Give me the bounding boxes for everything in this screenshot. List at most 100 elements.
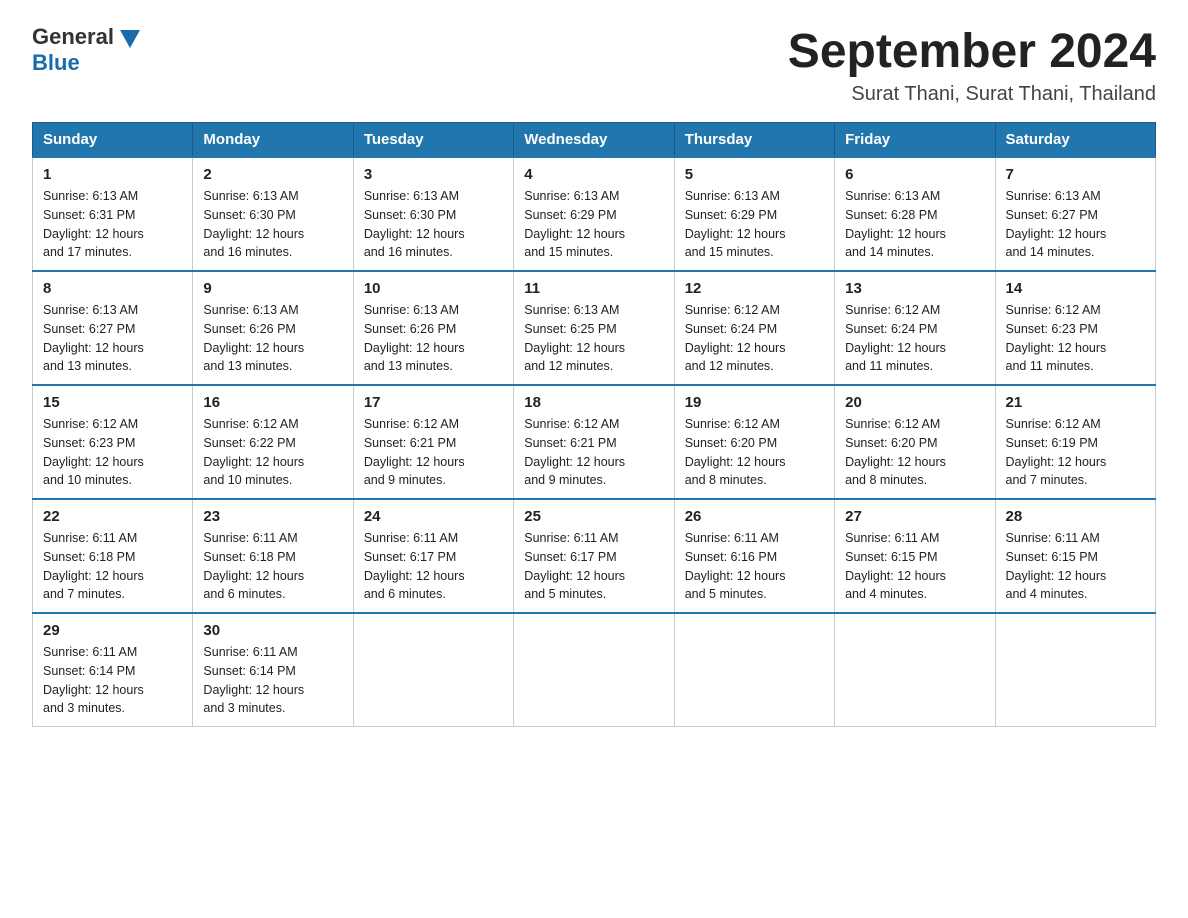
calendar-day-header: Saturday [995, 123, 1155, 158]
day-number: 21 [1006, 394, 1145, 411]
day-number: 16 [203, 394, 342, 411]
day-number: 11 [524, 280, 663, 297]
day-number: 26 [685, 508, 824, 525]
day-number: 2 [203, 166, 342, 183]
day-number: 10 [364, 280, 503, 297]
calendar-day-cell: 19Sunrise: 6:12 AMSunset: 6:20 PMDayligh… [674, 385, 834, 499]
day-number: 7 [1006, 166, 1145, 183]
calendar-day-cell: 5 Sunrise: 6:13 AMSunset: 6:29 PMDaylight… [674, 157, 834, 271]
calendar-table: SundayMondayTuesdayWednesdayThursdayFrid… [32, 122, 1156, 727]
calendar-day-cell: 29 Sunrise: 6:11 AMSunset: 6:14 PMDayligh… [33, 613, 193, 727]
calendar-day-cell: 15Sunrise: 6:12 AMSunset: 6:23 PMDayligh… [33, 385, 193, 499]
calendar-day-cell: 27Sunrise: 6:11 AMSunset: 6:15 PMDayligh… [835, 499, 995, 613]
calendar-day-cell: 10 Sunrise: 6:13 AMSunset: 6:26 PMDayligh… [353, 271, 513, 385]
day-info: Sunrise: 6:12 AMSunset: 6:24 PMDaylight:… [845, 301, 984, 376]
day-info: Sunrise: 6:13 AMSunset: 6:26 PMDaylight:… [203, 301, 342, 376]
day-info: Sunrise: 6:11 AMSunset: 6:14 PMDaylight:… [43, 643, 182, 718]
calendar-day-cell: 20 Sunrise: 6:12 AMSunset: 6:20 PMDayligh… [835, 385, 995, 499]
day-info: Sunrise: 6:12 AMSunset: 6:21 PMDaylight:… [364, 415, 503, 490]
day-number: 1 [43, 166, 182, 183]
day-number: 28 [1006, 508, 1145, 525]
day-info: Sunrise: 6:13 AMSunset: 6:30 PMDaylight:… [364, 187, 503, 262]
day-info: Sunrise: 6:13 AMSunset: 6:29 PMDaylight:… [685, 187, 824, 262]
calendar-week-row: 15Sunrise: 6:12 AMSunset: 6:23 PMDayligh… [33, 385, 1156, 499]
day-number: 14 [1006, 280, 1145, 297]
day-info: Sunrise: 6:12 AMSunset: 6:23 PMDaylight:… [1006, 301, 1145, 376]
calendar-week-row: 29 Sunrise: 6:11 AMSunset: 6:14 PMDayligh… [33, 613, 1156, 727]
calendar-day-header: Friday [835, 123, 995, 158]
day-number: 8 [43, 280, 182, 297]
logo-general-text: General [32, 24, 114, 50]
day-number: 23 [203, 508, 342, 525]
calendar-day-cell: 30Sunrise: 6:11 AMSunset: 6:14 PMDayligh… [193, 613, 353, 727]
calendar-day-cell: 9 Sunrise: 6:13 AMSunset: 6:26 PMDaylight… [193, 271, 353, 385]
logo: General Blue [32, 24, 140, 76]
calendar-day-cell: 1Sunrise: 6:13 AMSunset: 6:31 PMDaylight… [33, 157, 193, 271]
day-number: 5 [685, 166, 824, 183]
calendar-day-cell [514, 613, 674, 727]
day-info: Sunrise: 6:13 AMSunset: 6:28 PMDaylight:… [845, 187, 984, 262]
day-info: Sunrise: 6:12 AMSunset: 6:20 PMDaylight:… [845, 415, 984, 490]
logo-blue-text: Blue [32, 50, 80, 76]
calendar-day-header: Wednesday [514, 123, 674, 158]
day-info: Sunrise: 6:12 AMSunset: 6:21 PMDaylight:… [524, 415, 663, 490]
day-number: 13 [845, 280, 984, 297]
calendar-day-cell: 24 Sunrise: 6:11 AMSunset: 6:17 PMDayligh… [353, 499, 513, 613]
day-info: Sunrise: 6:11 AMSunset: 6:17 PMDaylight:… [524, 529, 663, 604]
day-number: 17 [364, 394, 503, 411]
calendar-day-cell: 7Sunrise: 6:13 AMSunset: 6:27 PMDaylight… [995, 157, 1155, 271]
day-info: Sunrise: 6:12 AMSunset: 6:24 PMDaylight:… [685, 301, 824, 376]
day-info: Sunrise: 6:12 AMSunset: 6:20 PMDaylight:… [685, 415, 824, 490]
calendar-day-cell: 17 Sunrise: 6:12 AMSunset: 6:21 PMDayligh… [353, 385, 513, 499]
calendar-day-cell: 3Sunrise: 6:13 AMSunset: 6:30 PMDaylight… [353, 157, 513, 271]
calendar-header-row: SundayMondayTuesdayWednesdayThursdayFrid… [33, 123, 1156, 158]
calendar-day-header: Monday [193, 123, 353, 158]
day-info: Sunrise: 6:13 AMSunset: 6:29 PMDaylight:… [524, 187, 663, 262]
calendar-day-header: Tuesday [353, 123, 513, 158]
calendar-week-row: 8 Sunrise: 6:13 AMSunset: 6:27 PMDaylight… [33, 271, 1156, 385]
calendar-day-cell: 2Sunrise: 6:13 AMSunset: 6:30 PMDaylight… [193, 157, 353, 271]
day-info: Sunrise: 6:11 AMSunset: 6:17 PMDaylight:… [364, 529, 503, 604]
day-number: 20 [845, 394, 984, 411]
day-number: 30 [203, 622, 342, 639]
calendar-day-cell: 26 Sunrise: 6:11 AMSunset: 6:16 PMDayligh… [674, 499, 834, 613]
day-info: Sunrise: 6:13 AMSunset: 6:25 PMDaylight:… [524, 301, 663, 376]
calendar-day-cell [674, 613, 834, 727]
calendar-day-cell: 28 Sunrise: 6:11 AMSunset: 6:15 PMDayligh… [995, 499, 1155, 613]
calendar-day-cell [995, 613, 1155, 727]
day-info: Sunrise: 6:11 AMSunset: 6:16 PMDaylight:… [685, 529, 824, 604]
day-number: 15 [43, 394, 182, 411]
day-number: 4 [524, 166, 663, 183]
day-info: Sunrise: 6:12 AMSunset: 6:19 PMDaylight:… [1006, 415, 1145, 490]
day-number: 9 [203, 280, 342, 297]
calendar-day-cell: 13 Sunrise: 6:12 AMSunset: 6:24 PMDayligh… [835, 271, 995, 385]
main-title: September 2024 [788, 24, 1156, 79]
calendar-day-cell: 22 Sunrise: 6:11 AMSunset: 6:18 PMDayligh… [33, 499, 193, 613]
day-info: Sunrise: 6:11 AMSunset: 6:18 PMDaylight:… [203, 529, 342, 604]
page-header: General Blue September 2024 Surat Thani,… [32, 24, 1156, 106]
day-info: Sunrise: 6:11 AMSunset: 6:15 PMDaylight:… [845, 529, 984, 604]
title-block: September 2024 Surat Thani, Surat Thani,… [788, 24, 1156, 106]
calendar-day-cell [835, 613, 995, 727]
day-info: Sunrise: 6:11 AMSunset: 6:15 PMDaylight:… [1006, 529, 1145, 604]
calendar-week-row: 22 Sunrise: 6:11 AMSunset: 6:18 PMDayligh… [33, 499, 1156, 613]
calendar-day-cell: 23 Sunrise: 6:11 AMSunset: 6:18 PMDayligh… [193, 499, 353, 613]
calendar-day-cell: 11 Sunrise: 6:13 AMSunset: 6:25 PMDayligh… [514, 271, 674, 385]
day-info: Sunrise: 6:11 AMSunset: 6:18 PMDaylight:… [43, 529, 182, 604]
day-number: 25 [524, 508, 663, 525]
day-number: 22 [43, 508, 182, 525]
day-info: Sunrise: 6:13 AMSunset: 6:26 PMDaylight:… [364, 301, 503, 376]
calendar-day-cell: 6 Sunrise: 6:13 AMSunset: 6:28 PMDaylight… [835, 157, 995, 271]
calendar-day-cell: 8 Sunrise: 6:13 AMSunset: 6:27 PMDaylight… [33, 271, 193, 385]
day-info: Sunrise: 6:13 AMSunset: 6:27 PMDaylight:… [43, 301, 182, 376]
day-number: 18 [524, 394, 663, 411]
calendar-day-header: Thursday [674, 123, 834, 158]
calendar-day-cell: 21 Sunrise: 6:12 AMSunset: 6:19 PMDayligh… [995, 385, 1155, 499]
calendar-day-cell: 25 Sunrise: 6:11 AMSunset: 6:17 PMDayligh… [514, 499, 674, 613]
day-info: Sunrise: 6:12 AMSunset: 6:22 PMDaylight:… [203, 415, 342, 490]
calendar-day-cell: 12Sunrise: 6:12 AMSunset: 6:24 PMDayligh… [674, 271, 834, 385]
calendar-day-cell: 16 Sunrise: 6:12 AMSunset: 6:22 PMDayligh… [193, 385, 353, 499]
day-number: 24 [364, 508, 503, 525]
day-number: 6 [845, 166, 984, 183]
day-number: 29 [43, 622, 182, 639]
